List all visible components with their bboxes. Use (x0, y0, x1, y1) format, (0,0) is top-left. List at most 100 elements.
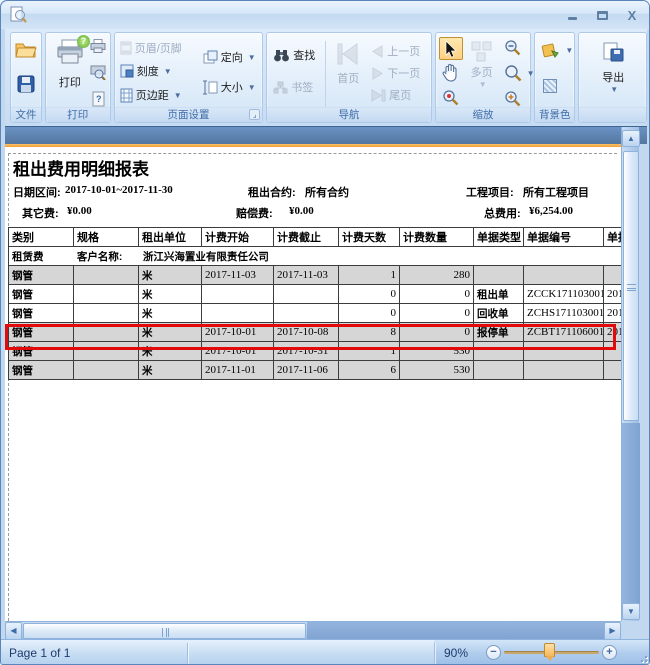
size-button[interactable]: 大小 ▼ (203, 79, 256, 95)
bookmark-button[interactable]: 书签 (273, 79, 313, 95)
zoom-out-button-status[interactable]: − (486, 645, 501, 660)
scroll-right-button[interactable]: ▶ (604, 622, 621, 640)
first-page-button[interactable]: 首页 (331, 41, 365, 86)
quick-print-button[interactable] (90, 39, 106, 53)
customer-group-cell: 租赁费 客户名称: 浙江兴海置业有限责任公司 (9, 247, 622, 266)
print-margin-guides (8, 153, 617, 621)
table-cell: 钢管 (9, 304, 74, 323)
chevron-down-icon: ▼ (610, 85, 618, 94)
save-icon (17, 75, 35, 93)
table-cell: 租出单 (474, 285, 524, 304)
watermark-icon (543, 79, 557, 93)
scale-button[interactable]: 刻度 ▼ (120, 63, 172, 79)
minimize-button[interactable] (563, 7, 581, 23)
close-button[interactable]: X (623, 7, 641, 23)
horizontal-scroll-thumb[interactable] (23, 623, 306, 639)
col-header: 计费截止 (274, 228, 339, 247)
navigation-group: 查找 书签 首页 (266, 32, 431, 123)
col-header: 计费天数 (339, 228, 400, 247)
size-label: 大小 (221, 79, 243, 95)
print-properties-button[interactable]: ? (92, 91, 105, 107)
header-footer-button[interactable]: 页眉/页脚 (120, 40, 182, 56)
document-top-band (5, 126, 647, 144)
multipage-button[interactable]: 多页 ▼ (466, 41, 498, 89)
zoom-region-button[interactable] (442, 89, 459, 106)
scale-label: 刻度 (137, 63, 159, 79)
table-cell (474, 361, 524, 380)
zoom-slider-thumb[interactable] (544, 643, 555, 657)
table-cell (202, 304, 274, 323)
open-button[interactable] (15, 41, 37, 59)
orientation-label: 定向 (221, 49, 243, 65)
bookmark-tree-icon (273, 81, 288, 94)
paint-bucket-icon (541, 42, 560, 59)
horizontal-scroll-track[interactable] (307, 622, 605, 640)
date-range-label: 日期区间: (13, 184, 61, 200)
maximize-button[interactable] (593, 7, 611, 23)
vertical-scroll-track[interactable] (622, 423, 640, 604)
watermark-button[interactable] (543, 79, 557, 93)
col-header: 计费数量 (400, 228, 474, 247)
scroll-left-button[interactable]: ◀ (5, 622, 22, 640)
table-row: 钢管 米 0 0 回收单 ZCHS171103001 2017- (9, 304, 622, 323)
zoom-in-button[interactable] (504, 90, 521, 107)
zoom-group: 多页 ▼ ▼ (435, 32, 532, 123)
compensation-label: 赔偿费: (236, 205, 273, 221)
next-page-button[interactable]: 下一页 (371, 65, 420, 81)
magnifier-red-icon (442, 89, 459, 106)
other-fee-label: 其它费: (22, 205, 59, 221)
page-setup-group-label: 页面设置 (115, 107, 263, 122)
export-icon (601, 41, 625, 65)
zoom-in-button-status[interactable]: + (602, 645, 617, 660)
last-page-label: 尾页 (389, 87, 411, 103)
status-bar: Page 1 of 1 90% − + (1, 639, 650, 665)
table-cell: 2017-11-06 (274, 361, 339, 380)
hand-icon (441, 64, 459, 82)
zoom-group-label: 缩放 (436, 107, 531, 122)
print-preview-button[interactable] (90, 65, 106, 80)
table-cell (604, 266, 622, 285)
last-page-button[interactable]: 尾页 (371, 87, 411, 103)
find-button[interactable]: 查找 (273, 47, 315, 63)
total-fee-value: ¥6,254.00 (529, 205, 573, 217)
fill-color-button[interactable]: ▼ (541, 42, 573, 59)
resize-grip[interactable] (637, 652, 647, 662)
col-header: 单据 (604, 228, 622, 247)
horizontal-scrollbar[interactable]: ◀ ▶ (5, 621, 621, 639)
table-cell: 2017-11-03 (202, 266, 274, 285)
chevron-down-icon: ▼ (174, 91, 182, 100)
page-question-icon: ? (92, 91, 105, 107)
open-folder-icon (15, 41, 37, 59)
navigation-group-label: 导航 (267, 107, 430, 122)
customer-name: 浙江兴海置业有限责任公司 (143, 249, 269, 264)
table-cell: 280 (400, 266, 474, 285)
table-cell: 2017-11-01 (202, 361, 274, 380)
zoom-out-button[interactable] (504, 39, 521, 56)
orientation-button[interactable]: 定向 ▼ (203, 49, 256, 65)
magnifier-plus-icon (504, 90, 521, 107)
margins-icon (120, 88, 133, 103)
table-row: 钢管 米 2017-11-01 2017-11-06 6 530 (9, 361, 622, 380)
dialog-launcher-icon[interactable]: ⌟ (249, 109, 260, 120)
table-cell (74, 304, 139, 323)
hand-tool-button[interactable] (441, 64, 459, 82)
table-cell: 530 (400, 361, 474, 380)
zoom-level-button[interactable]: ▼ (504, 64, 535, 82)
scroll-up-button[interactable]: ▲ (622, 130, 640, 147)
export-label: 导出 (602, 69, 624, 85)
col-header: 租出单位 (139, 228, 202, 247)
vertical-scrollbar[interactable]: ▲ ▼ (621, 127, 639, 621)
margins-button[interactable]: 页边距 ▼ (120, 87, 182, 103)
save-button[interactable] (17, 75, 35, 93)
vertical-scroll-thumb[interactable] (623, 151, 639, 421)
scroll-down-button[interactable]: ▼ (622, 603, 640, 620)
print-button[interactable]: ? 打印 (52, 39, 88, 90)
prev-page-button[interactable]: 上一页 (371, 43, 420, 59)
table-cell: 2017- (604, 285, 622, 304)
header-footer-icon (120, 41, 132, 55)
chevron-down-icon: ▼ (479, 80, 487, 89)
pointer-tool-button[interactable] (439, 37, 463, 60)
export-button[interactable]: 导出 ▼ (593, 41, 633, 94)
table-cell: ZCCK171103001 (524, 285, 604, 304)
report-table: 类别 规格 租出单位 计费开始 计费截止 计费天数 计费数量 单据类型 单据编号… (8, 227, 621, 380)
